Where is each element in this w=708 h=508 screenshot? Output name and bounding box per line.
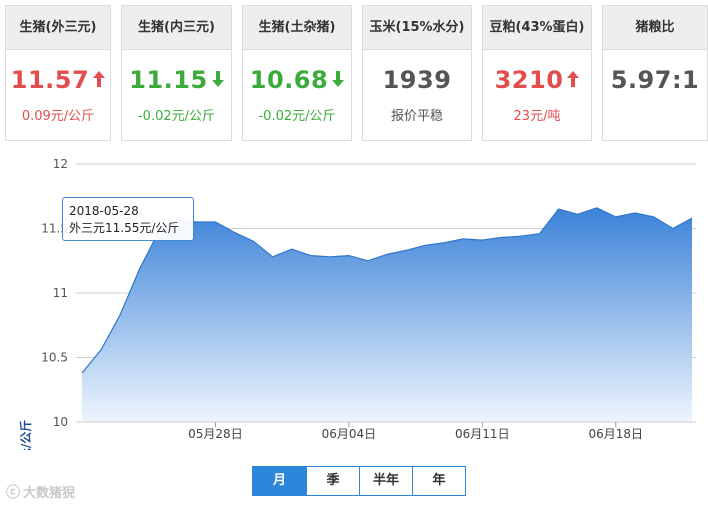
down-arrow-icon [332,71,345,87]
price-value: 1939 [382,66,452,94]
price-value: 11.57 [10,66,90,94]
card-price: 5.97:1 [603,66,707,94]
card-title: 生猪(土杂猪) [243,6,351,50]
tab-half-year[interactable]: 半年 [359,467,412,495]
card-change: 23元/吨 [513,109,561,124]
period-tabs: 月 季 半年 年 [252,466,466,496]
price-value: 10.68 [249,66,329,94]
card-price: 11.15 [122,66,231,94]
card-price: 1939 [363,66,471,94]
down-arrow-icon [211,71,224,87]
y-tick-label: 12 [53,157,68,171]
x-tick-label: 06月04日 [322,427,377,441]
card-title: 生猪(内三元) [122,6,231,50]
price-card-corn[interactable]: 玉米(15%水分) 1939 报价平稳 [362,5,472,141]
price-card-pig-grain-ratio[interactable]: 猪粮比 5.97:1 [602,5,708,141]
pig-price-widget: 生猪(外三元) 11.57 0.09元/公斤 生猪(内三元) 11.15 -0.… [0,0,708,508]
y-tick-label: 11 [53,286,68,300]
y-tick-label: 10.5 [41,351,68,365]
price-value: 11.15 [129,66,208,94]
card-price: 11.57 [6,66,110,94]
x-tick-label: 06月11日 [455,427,510,441]
x-tick-label: 05月28日 [188,427,243,441]
price-value: 3210 [494,66,564,94]
up-arrow-icon [567,71,580,87]
card-price: 10.68 [243,66,351,94]
card-price: 3210 [483,66,591,94]
card-change: 报价平稳 [390,109,443,124]
area-chart-svg: 1010.51111.512 05月28日 06月04日 06月11日 06月18日 … [18,157,696,450]
price-card-inner-three[interactable]: 生猪(内三元) 11.15 -0.02元/公斤 [121,5,232,141]
watermark-text: 大数猪猊 [23,486,76,501]
card-title: 生猪(外三元) [6,6,110,50]
card-change: 0.09元/公斤 [21,109,95,124]
tab-quarter[interactable]: 季 [306,467,359,495]
watermark-logo-icon: ⓒ [6,485,20,501]
card-title: 豆粕(43%蛋白) [483,6,591,50]
card-title: 玉米(15%水分) [363,6,471,50]
price-card-soybean-meal[interactable]: 豆粕(43%蛋白) 3210 23元/吨 [482,5,592,141]
tab-month[interactable]: 月 [253,467,306,495]
card-title: 猪粮比 [603,6,707,50]
card-change: -0.02元/公斤 [137,109,216,124]
card-change: -0.02元/公斤 [258,109,336,124]
x-tick-label: 06月18日 [588,427,643,441]
price-card-outer-three[interactable]: 生猪(外三元) 11.57 0.09元/公斤 [5,5,111,141]
tab-year[interactable]: 年 [412,467,465,495]
tooltip-date: 2018-05-28 [69,204,139,218]
price-value: 5.97:1 [610,66,700,94]
y-tick-label: 10 [53,415,68,429]
chart-tooltip: 2018-05-28 外三元11.55元/公斤 [62,197,194,241]
price-card-mixed-pig[interactable]: 生猪(土杂猪) 10.68 -0.02元/公斤 [242,5,352,141]
y-axis-label: 元/公斤 [18,420,33,450]
up-arrow-icon [93,71,106,87]
tooltip-value: 外三元11.55元/公斤 [69,221,180,235]
watermark: ⓒ 大数猪猊 [6,482,75,502]
